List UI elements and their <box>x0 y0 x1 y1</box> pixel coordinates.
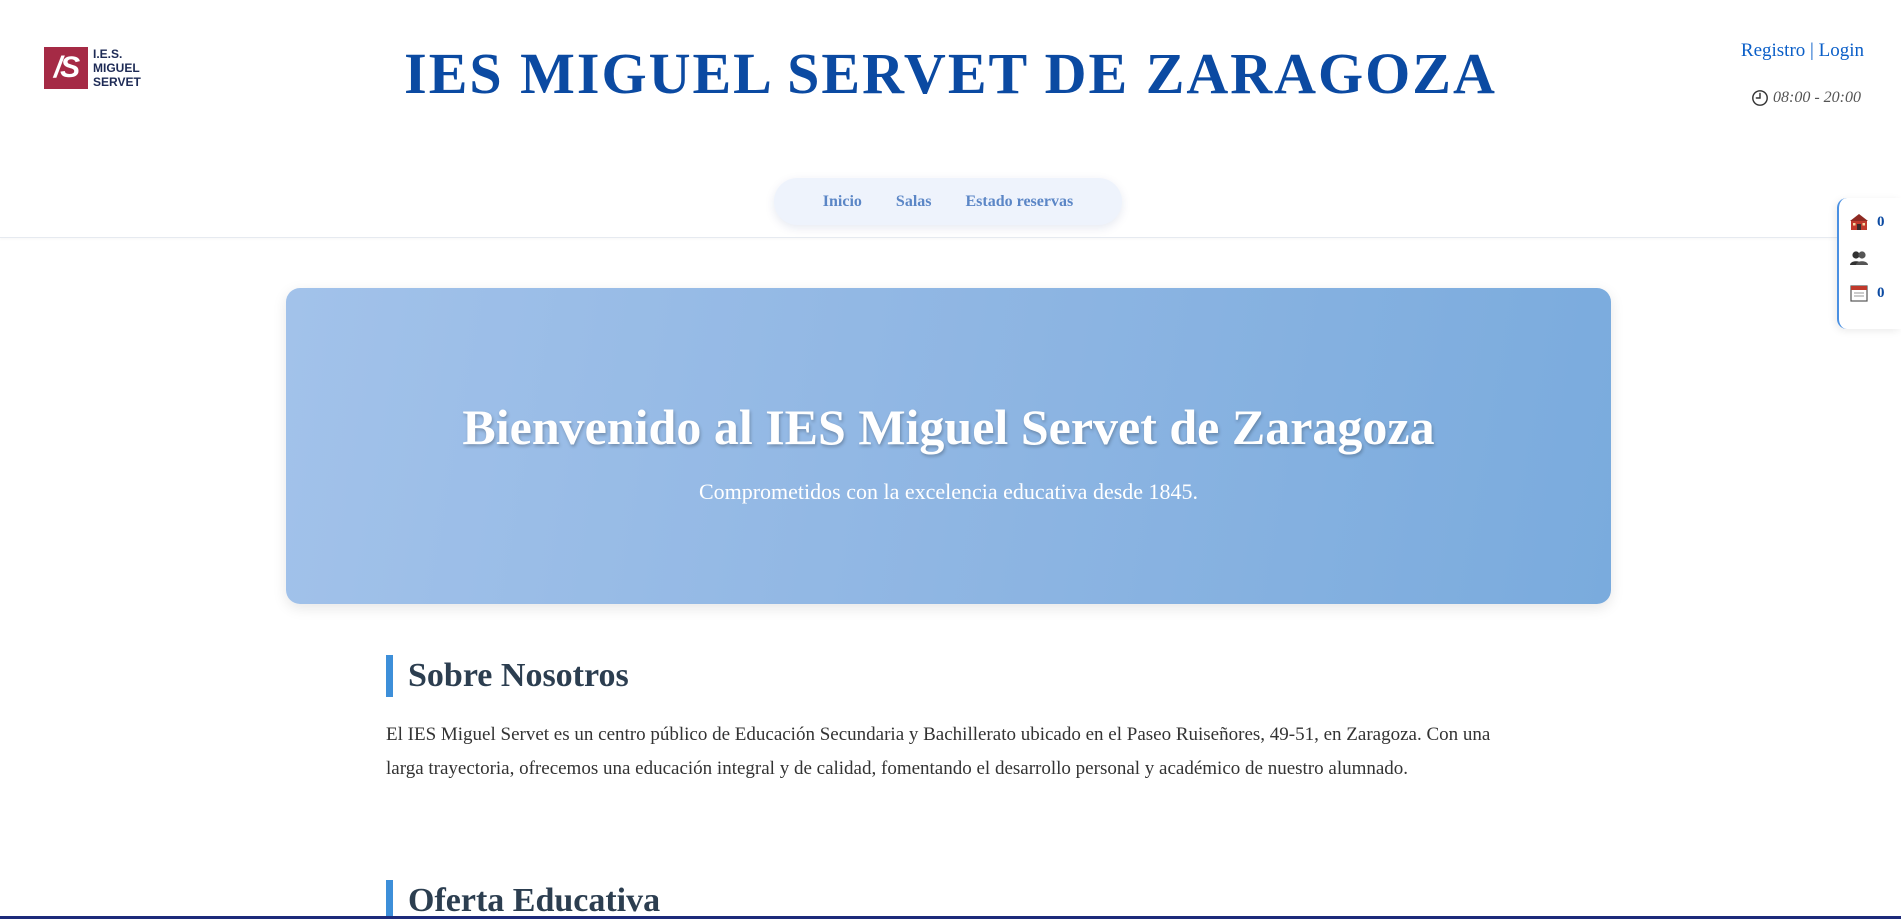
about-section-title: Sobre Nosotros <box>386 655 629 697</box>
clock-icon <box>1752 90 1768 106</box>
login-link[interactable]: Login <box>1819 40 1864 61</box>
bookings-stat[interactable]: 0 <box>1849 283 1885 303</box>
hero-banner: Bienvenido al IES Miguel Servet de Zarag… <box>286 288 1611 604</box>
about-section-text: El IES Miguel Servet es un centro públic… <box>386 724 1491 779</box>
auth-separator: | <box>1810 40 1814 61</box>
offer-section-title: Oferta Educativa <box>386 880 660 919</box>
site-title: IES MIGUEL SERVET DE ZARAGOZA <box>404 41 1497 106</box>
stats-side-widget: 0 0 <box>1837 198 1901 329</box>
rooms-stat[interactable]: 0 <box>1849 212 1885 232</box>
site-header: /S I.E.S. MIGUEL SERVET IES MIGUEL SERVE… <box>0 0 1901 238</box>
rooms-count: 0 <box>1877 213 1885 230</box>
nav-item-inicio[interactable]: Inicio <box>823 193 862 211</box>
bookings-count: 0 <box>1877 284 1885 301</box>
nav-item-salas[interactable]: Salas <box>896 193 932 211</box>
main-nav: Inicio Salas Estado reservas <box>774 178 1122 225</box>
users-icon <box>1850 251 1868 265</box>
nav-item-estado-reservas[interactable]: Estado reservas <box>966 193 1074 211</box>
hero-title: Bienvenido al IES Miguel Servet de Zarag… <box>462 399 1435 455</box>
register-link[interactable]: Registro <box>1741 40 1805 61</box>
calendar-icon <box>1850 285 1868 302</box>
opening-hours: 08:00 - 20:00 <box>1751 89 1861 107</box>
auth-links: Registro | Login <box>1741 40 1864 62</box>
hours-text: 08:00 - 20:00 <box>1773 89 1861 106</box>
hero-subtitle: Comprometidos con la excelencia educativ… <box>698 479 1199 504</box>
school-building-icon <box>1850 214 1868 230</box>
users-stat[interactable] <box>1849 248 1869 268</box>
